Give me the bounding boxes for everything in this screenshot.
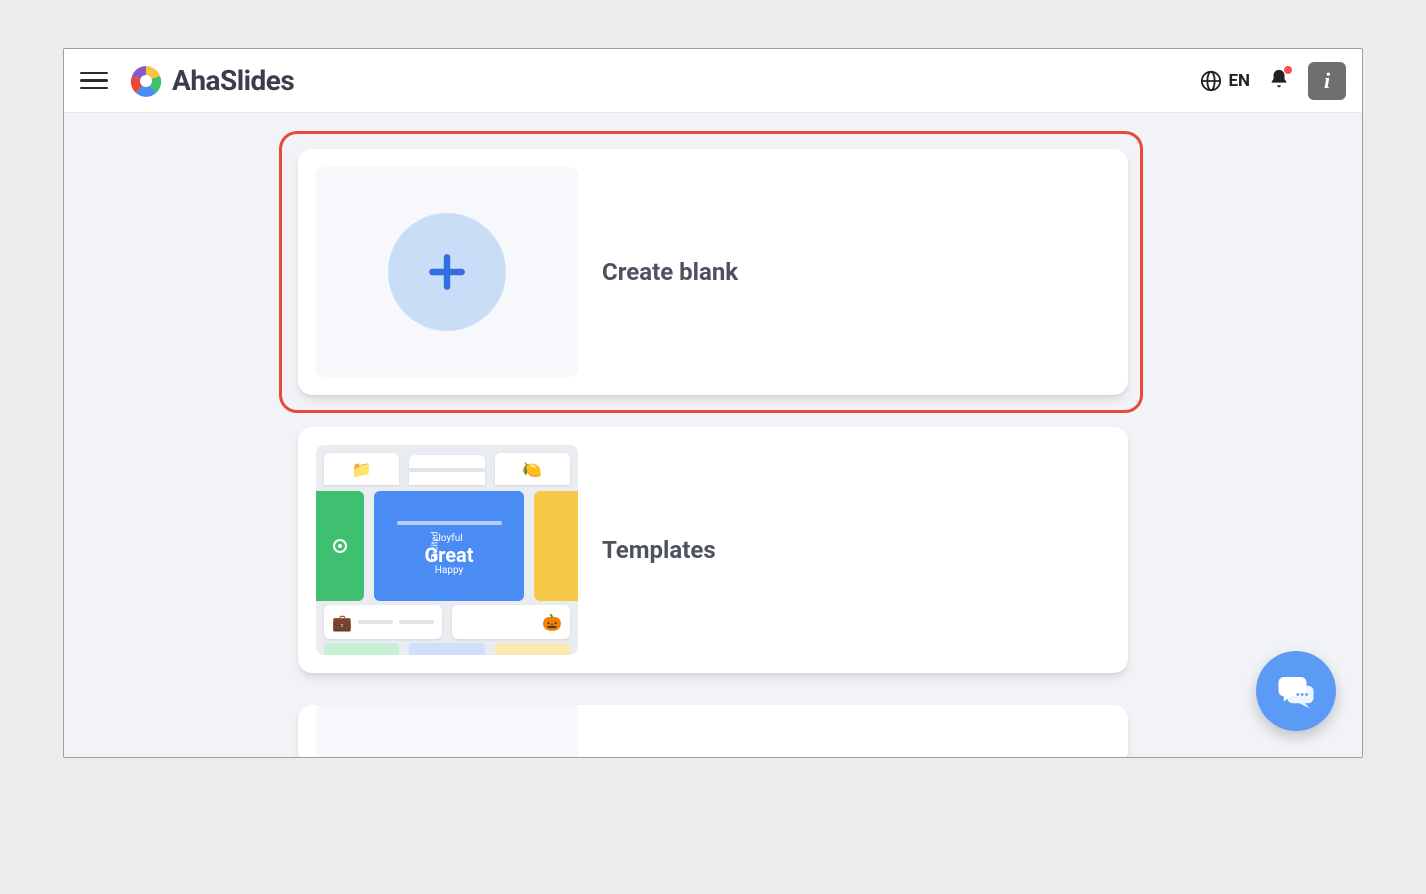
language-switcher[interactable]: EN [1200,70,1250,92]
chat-button[interactable] [1256,651,1336,731]
info-icon: i [1324,68,1330,94]
brand-logo-icon [128,63,164,99]
plus-icon [425,250,469,294]
language-label: EN [1228,71,1250,91]
plus-circle [388,213,506,331]
next-card-partial[interactable] [298,705,1128,757]
templates-card[interactable]: 📁 🍋 Joyful Great Happy Exc [298,427,1128,673]
create-blank-card[interactable]: Create blank [298,149,1128,395]
main-content[interactable]: Create blank 📁 🍋 [64,113,1362,757]
templates-label: Templates [602,536,716,564]
card-column: Create blank 📁 🍋 [298,149,1128,757]
notifications-button[interactable] [1268,67,1290,95]
notification-dot [1284,66,1292,74]
globe-icon [1200,70,1222,92]
brand-name: AhaSlides [172,64,294,97]
app-window: AhaSlides EN i [63,48,1363,758]
create-blank-label: Create blank [602,258,738,286]
next-card-thumbnail [316,705,578,757]
top-bar-right: EN i [1200,62,1346,100]
menu-icon[interactable] [80,67,108,95]
top-bar: AhaSlides EN i [64,49,1362,113]
template-word-side: Excited [430,531,440,560]
info-button[interactable]: i [1308,62,1346,100]
brand[interactable]: AhaSlides [128,63,294,99]
chat-icon [1275,670,1317,712]
create-blank-thumbnail [316,167,578,377]
template-word-bottom: Happy [435,565,463,577]
templates-thumbnail: 📁 🍋 Joyful Great Happy Exc [316,445,578,655]
